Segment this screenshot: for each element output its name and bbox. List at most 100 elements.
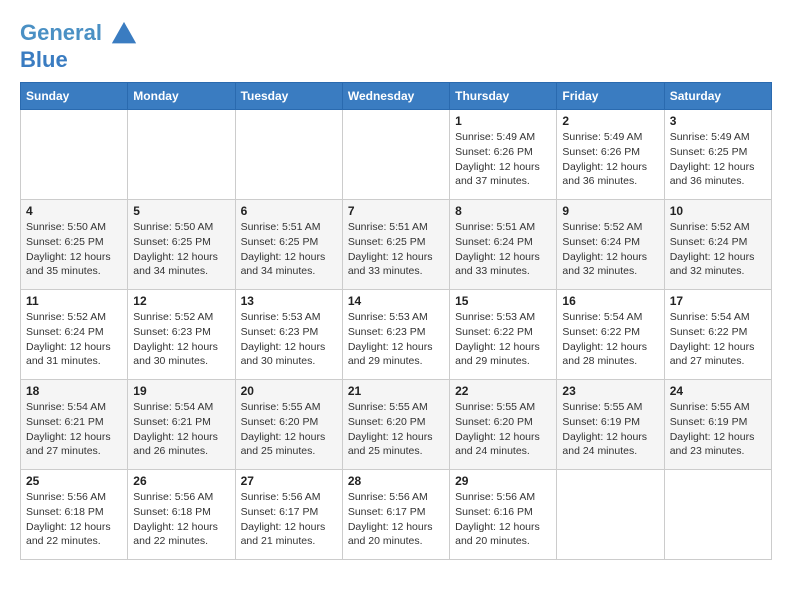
day-cell: 20 Sunrise: 5:55 AM Sunset: 6:20 PM Dayli… (235, 380, 342, 470)
day-info: Sunrise: 5:52 AM Sunset: 6:24 PM Dayligh… (670, 220, 766, 279)
day-cell: 3 Sunrise: 5:49 AM Sunset: 6:25 PM Daylig… (664, 110, 771, 200)
day-info: Sunrise: 5:52 AM Sunset: 6:24 PM Dayligh… (562, 220, 658, 279)
day-number: 8 (455, 204, 551, 218)
day-cell: 12 Sunrise: 5:52 AM Sunset: 6:23 PM Dayli… (128, 290, 235, 380)
col-header-monday: Monday (128, 83, 235, 110)
day-info: Sunrise: 5:49 AM Sunset: 6:26 PM Dayligh… (455, 130, 551, 189)
day-info: Sunrise: 5:53 AM Sunset: 6:22 PM Dayligh… (455, 310, 551, 369)
day-info: Sunrise: 5:56 AM Sunset: 6:17 PM Dayligh… (241, 490, 337, 549)
week-row-5: 25 Sunrise: 5:56 AM Sunset: 6:18 PM Dayli… (21, 470, 772, 560)
day-cell: 9 Sunrise: 5:52 AM Sunset: 6:24 PM Daylig… (557, 200, 664, 290)
day-info: Sunrise: 5:54 AM Sunset: 6:21 PM Dayligh… (26, 400, 122, 459)
col-header-sunday: Sunday (21, 83, 128, 110)
day-info: Sunrise: 5:52 AM Sunset: 6:23 PM Dayligh… (133, 310, 229, 369)
logo-text: General Blue (20, 20, 138, 72)
day-cell: 2Sunrise: 5:49 AM Sunset: 6:26 PM Daylig… (557, 110, 664, 200)
day-number: 25 (26, 474, 122, 488)
day-cell: 1 Sunrise: 5:49 AM Sunset: 6:26 PM Daylig… (450, 110, 557, 200)
day-cell: 29Sunrise: 5:56 AM Sunset: 6:16 PM Dayli… (450, 470, 557, 560)
day-info: Sunrise: 5:49 AM Sunset: 6:25 PM Dayligh… (670, 130, 766, 189)
day-number: 7 (348, 204, 444, 218)
day-number: 13 (241, 294, 337, 308)
day-info: Sunrise: 5:54 AM Sunset: 6:22 PM Dayligh… (670, 310, 766, 369)
day-info: Sunrise: 5:56 AM Sunset: 6:18 PM Dayligh… (133, 490, 229, 549)
day-cell: 13 Sunrise: 5:53 AM Sunset: 6:23 PM Dayli… (235, 290, 342, 380)
day-number: 19 (133, 384, 229, 398)
day-number: 28 (348, 474, 444, 488)
day-cell: 21 Sunrise: 5:55 AM Sunset: 6:20 PM Dayli… (342, 380, 449, 470)
day-cell: 22Sunrise: 5:55 AM Sunset: 6:20 PM Dayli… (450, 380, 557, 470)
day-cell: 18 Sunrise: 5:54 AM Sunset: 6:21 PM Dayli… (21, 380, 128, 470)
day-number: 12 (133, 294, 229, 308)
col-header-tuesday: Tuesday (235, 83, 342, 110)
day-cell: 25 Sunrise: 5:56 AM Sunset: 6:18 PM Dayli… (21, 470, 128, 560)
day-info: Sunrise: 5:55 AM Sunset: 6:20 PM Dayligh… (455, 400, 551, 459)
day-info: Sunrise: 5:55 AM Sunset: 6:19 PM Dayligh… (670, 400, 766, 459)
day-info: Sunrise: 5:54 AM Sunset: 6:21 PM Dayligh… (133, 400, 229, 459)
day-number: 27 (241, 474, 337, 488)
day-number: 20 (241, 384, 337, 398)
week-row-3: 11 Sunrise: 5:52 AM Sunset: 6:24 PM Dayli… (21, 290, 772, 380)
day-cell (128, 110, 235, 200)
day-cell (342, 110, 449, 200)
day-cell: 10 Sunrise: 5:52 AM Sunset: 6:24 PM Dayli… (664, 200, 771, 290)
day-cell: 7 Sunrise: 5:51 AM Sunset: 6:25 PM Daylig… (342, 200, 449, 290)
day-info: Sunrise: 5:51 AM Sunset: 6:25 PM Dayligh… (348, 220, 444, 279)
day-info: Sunrise: 5:50 AM Sunset: 6:25 PM Dayligh… (133, 220, 229, 279)
day-number: 24 (670, 384, 766, 398)
day-cell: 6 Sunrise: 5:51 AM Sunset: 6:25 PM Daylig… (235, 200, 342, 290)
day-number: 10 (670, 204, 766, 218)
day-cell: 15 Sunrise: 5:53 AM Sunset: 6:22 PM Dayli… (450, 290, 557, 380)
day-number: 2 (562, 114, 658, 128)
day-number: 26 (133, 474, 229, 488)
day-info: Sunrise: 5:51 AM Sunset: 6:25 PM Dayligh… (241, 220, 337, 279)
day-number: 18 (26, 384, 122, 398)
day-cell (664, 470, 771, 560)
day-number: 23 (562, 384, 658, 398)
logo: General Blue (20, 20, 138, 72)
day-cell (21, 110, 128, 200)
day-info: Sunrise: 5:51 AM Sunset: 6:24 PM Dayligh… (455, 220, 551, 279)
day-cell (557, 470, 664, 560)
day-number: 17 (670, 294, 766, 308)
day-number: 3 (670, 114, 766, 128)
page-header: General Blue (20, 20, 772, 72)
calendar-body: 1 Sunrise: 5:49 AM Sunset: 6:26 PM Daylig… (21, 110, 772, 560)
day-cell: 23 Sunrise: 5:55 AM Sunset: 6:19 PM Dayli… (557, 380, 664, 470)
week-row-2: 4Sunrise: 5:50 AM Sunset: 6:25 PM Daylig… (21, 200, 772, 290)
day-info: Sunrise: 5:55 AM Sunset: 6:20 PM Dayligh… (241, 400, 337, 459)
day-number: 11 (26, 294, 122, 308)
day-cell (235, 110, 342, 200)
day-cell: 27 Sunrise: 5:56 AM Sunset: 6:17 PM Dayli… (235, 470, 342, 560)
day-info: Sunrise: 5:55 AM Sunset: 6:20 PM Dayligh… (348, 400, 444, 459)
day-cell: 5 Sunrise: 5:50 AM Sunset: 6:25 PM Daylig… (128, 200, 235, 290)
week-row-4: 18 Sunrise: 5:54 AM Sunset: 6:21 PM Dayli… (21, 380, 772, 470)
day-info: Sunrise: 5:53 AM Sunset: 6:23 PM Dayligh… (348, 310, 444, 369)
day-info: Sunrise: 5:56 AM Sunset: 6:17 PM Dayligh… (348, 490, 444, 549)
day-number: 29 (455, 474, 551, 488)
day-cell: 14Sunrise: 5:53 AM Sunset: 6:23 PM Dayli… (342, 290, 449, 380)
calendar-table: SundayMondayTuesdayWednesdayThursdayFrid… (20, 82, 772, 560)
col-header-thursday: Thursday (450, 83, 557, 110)
day-info: Sunrise: 5:50 AM Sunset: 6:25 PM Dayligh… (26, 220, 122, 279)
day-cell: 16Sunrise: 5:54 AM Sunset: 6:22 PM Dayli… (557, 290, 664, 380)
day-number: 16 (562, 294, 658, 308)
day-number: 1 (455, 114, 551, 128)
day-number: 5 (133, 204, 229, 218)
day-info: Sunrise: 5:56 AM Sunset: 6:18 PM Dayligh… (26, 490, 122, 549)
col-header-wednesday: Wednesday (342, 83, 449, 110)
col-header-saturday: Saturday (664, 83, 771, 110)
day-number: 9 (562, 204, 658, 218)
day-number: 15 (455, 294, 551, 308)
day-cell: 8 Sunrise: 5:51 AM Sunset: 6:24 PM Daylig… (450, 200, 557, 290)
day-info: Sunrise: 5:52 AM Sunset: 6:24 PM Dayligh… (26, 310, 122, 369)
day-number: 21 (348, 384, 444, 398)
day-info: Sunrise: 5:55 AM Sunset: 6:19 PM Dayligh… (562, 400, 658, 459)
col-header-friday: Friday (557, 83, 664, 110)
week-row-1: 1 Sunrise: 5:49 AM Sunset: 6:26 PM Daylig… (21, 110, 772, 200)
day-cell: 26 Sunrise: 5:56 AM Sunset: 6:18 PM Dayli… (128, 470, 235, 560)
day-number: 6 (241, 204, 337, 218)
day-cell: 19 Sunrise: 5:54 AM Sunset: 6:21 PM Dayli… (128, 380, 235, 470)
day-info: Sunrise: 5:53 AM Sunset: 6:23 PM Dayligh… (241, 310, 337, 369)
day-cell: 24 Sunrise: 5:55 AM Sunset: 6:19 PM Dayli… (664, 380, 771, 470)
